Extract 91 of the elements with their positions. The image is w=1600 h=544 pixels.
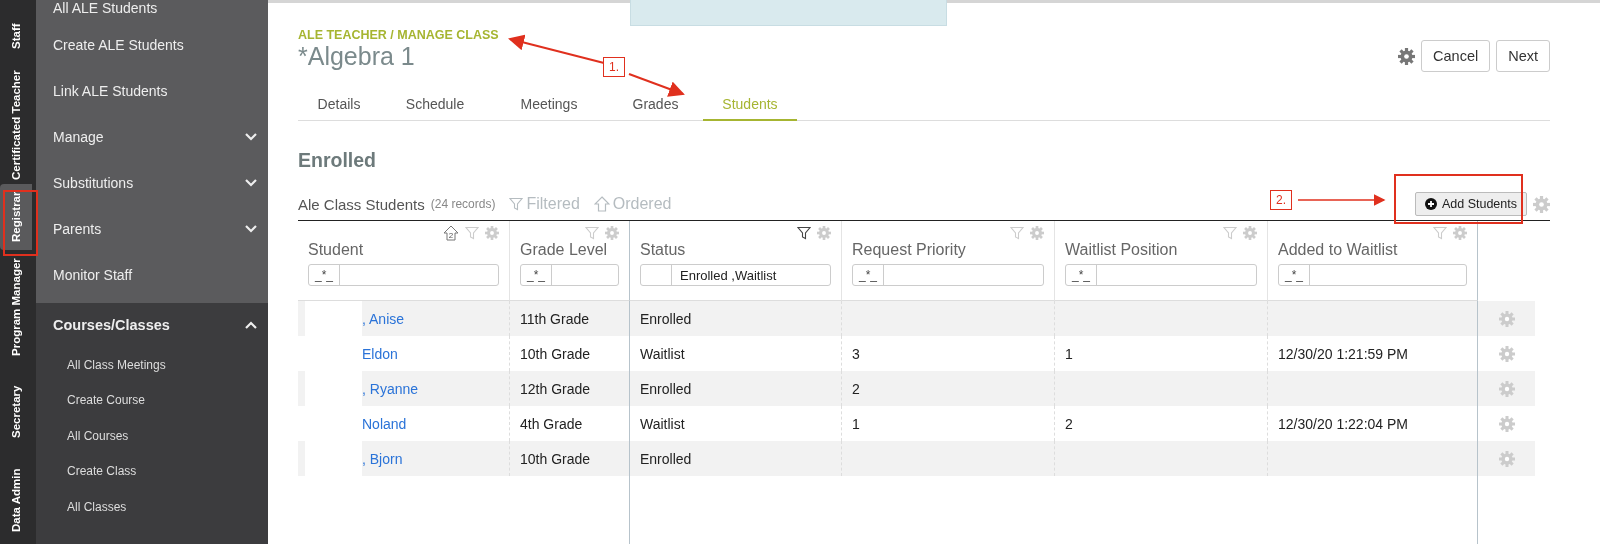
sidebar-subitem[interactable]: Create Class bbox=[67, 464, 137, 479]
column-header[interactable]: Request Priority bbox=[852, 241, 1044, 259]
student-link[interactable]: Noland bbox=[362, 415, 407, 432]
table-cell: 12th Grade bbox=[520, 380, 591, 397]
chevron-icon[interactable] bbox=[244, 320, 258, 330]
gear-icon[interactable] bbox=[605, 226, 619, 240]
gear-icon[interactable] bbox=[1243, 226, 1257, 240]
sidebar-subitem[interactable]: All Classes bbox=[67, 499, 127, 514]
role-tab[interactable]: Certificated Teacher bbox=[0, 66, 32, 184]
gear-icon[interactable] bbox=[1453, 226, 1467, 240]
record-count: (24 records) bbox=[430, 197, 496, 211]
row-settings-icon[interactable] bbox=[1498, 310, 1515, 327]
page-title: *Algebra 1 bbox=[298, 42, 416, 71]
highlight-frame bbox=[3, 190, 38, 256]
table-cell: Enrolled bbox=[640, 310, 692, 327]
table-cell: Waitlist bbox=[640, 415, 685, 432]
tab[interactable]: Details bbox=[298, 88, 380, 121]
column-header[interactable]: Grade Level bbox=[520, 241, 619, 259]
role-tab[interactable]: Registrar bbox=[0, 184, 32, 250]
table-cell: 10th Grade bbox=[520, 345, 591, 362]
table-cell: 1 bbox=[852, 415, 860, 432]
role-tab[interactable]: Data Admin bbox=[0, 460, 32, 540]
filter-icon[interactable] bbox=[797, 226, 811, 240]
table-cell: Waitlist bbox=[640, 345, 685, 362]
sidebar-item[interactable]: Manage bbox=[53, 129, 104, 145]
sidebar-item[interactable]: Create ALE Students bbox=[53, 37, 184, 53]
add-students-button[interactable]: Add Students bbox=[1414, 192, 1527, 216]
chevron-icon[interactable] bbox=[244, 178, 258, 188]
filter-field[interactable]: _*_ bbox=[1278, 264, 1467, 286]
section-title: Enrolled bbox=[298, 149, 377, 172]
chevron-icon[interactable] bbox=[244, 224, 258, 234]
filter-field[interactable]: Enrolled ,Waitlist bbox=[640, 264, 831, 286]
column-header[interactable]: Student bbox=[308, 241, 499, 259]
row-settings-icon[interactable] bbox=[1498, 380, 1515, 397]
table-cell: 4th Grade bbox=[520, 415, 583, 432]
sidebar-subitem[interactable]: All Courses bbox=[67, 428, 129, 443]
column-header[interactable]: Status bbox=[640, 241, 831, 259]
table-cell: Enrolled bbox=[640, 450, 692, 467]
row-settings-icon[interactable] bbox=[1498, 345, 1515, 362]
table-cell: 3 bbox=[852, 345, 860, 362]
filter-field[interactable]: _*_ bbox=[520, 264, 619, 286]
table-cell: 11th Grade bbox=[520, 310, 589, 327]
sort-icon bbox=[593, 196, 610, 212]
sidebar-subitem[interactable]: All Class Meetings bbox=[67, 357, 166, 372]
sort-order-icon[interactable]: 2 bbox=[443, 225, 459, 241]
filter-field[interactable]: _*_ bbox=[1065, 264, 1257, 286]
chevron-icon[interactable] bbox=[244, 132, 258, 142]
role-tab[interactable]: Secretary bbox=[0, 364, 32, 460]
table-cell: 2 bbox=[852, 380, 860, 397]
cancel-button[interactable]: Cancel bbox=[1421, 40, 1491, 72]
column-header[interactable]: Waitlist Position bbox=[1065, 241, 1257, 259]
sidebar-item[interactable]: Substitutions bbox=[53, 175, 134, 191]
ordered-label: Ordered bbox=[612, 195, 672, 213]
plus-circle-icon bbox=[1424, 198, 1437, 210]
sidebar-item[interactable]: All ALE Students bbox=[53, 0, 158, 16]
student-link[interactable]: , Anise bbox=[362, 310, 405, 327]
table-cell: 12/30/20 1:21:59 PM bbox=[1278, 345, 1408, 362]
table-cell: 1 bbox=[1065, 345, 1073, 362]
row-settings-icon[interactable] bbox=[1498, 415, 1515, 432]
gear-icon[interactable] bbox=[1030, 226, 1044, 240]
student-link[interactable]: , Ryanne bbox=[362, 380, 419, 397]
role-tab[interactable]: Staff bbox=[0, 6, 32, 66]
student-link[interactable]: Eldon bbox=[362, 345, 398, 362]
annotation-arrow bbox=[628, 73, 685, 97]
grid-title: Ale Class Students bbox=[298, 195, 425, 213]
sidebar-section-title[interactable]: Courses/Classes bbox=[53, 317, 170, 333]
table-cell: 2 bbox=[1065, 415, 1073, 432]
next-button[interactable]: Next bbox=[1496, 40, 1550, 72]
table-cell: 12/30/20 1:22:04 PM bbox=[1278, 415, 1408, 432]
sidebar-item[interactable]: Monitor Staff bbox=[53, 267, 133, 283]
tab[interactable]: Meetings bbox=[490, 88, 608, 121]
role-tab[interactable]: Program Manager bbox=[0, 250, 32, 364]
sidebar-subitem[interactable]: Create Course bbox=[67, 393, 146, 408]
annotation-label: 1. bbox=[603, 57, 625, 77]
tab[interactable]: Grades bbox=[608, 88, 703, 121]
breadcrumb: ALE TEACHER / MANAGE CLASS bbox=[298, 28, 499, 42]
filter-field[interactable]: _*_ bbox=[308, 264, 499, 286]
filtered-label: Filtered bbox=[526, 195, 580, 213]
row-settings-icon[interactable] bbox=[1498, 450, 1515, 467]
filter-field[interactable]: _*_ bbox=[852, 264, 1044, 286]
annotation-label: 2. bbox=[1270, 190, 1292, 210]
gear-icon[interactable] bbox=[485, 226, 499, 240]
sidebar-item[interactable]: Link ALE Students bbox=[53, 83, 168, 99]
table-cell: 10th Grade bbox=[520, 450, 591, 467]
column-header[interactable]: Added to Waitlist bbox=[1278, 241, 1467, 259]
table-cell: Enrolled bbox=[640, 380, 692, 397]
settings-icon[interactable] bbox=[1398, 47, 1416, 65]
sidebar-item[interactable]: Parents bbox=[53, 221, 102, 237]
gear-icon[interactable] bbox=[817, 226, 831, 240]
student-link[interactable]: , Bjorn bbox=[362, 450, 403, 467]
tab[interactable]: Schedule bbox=[380, 88, 490, 121]
